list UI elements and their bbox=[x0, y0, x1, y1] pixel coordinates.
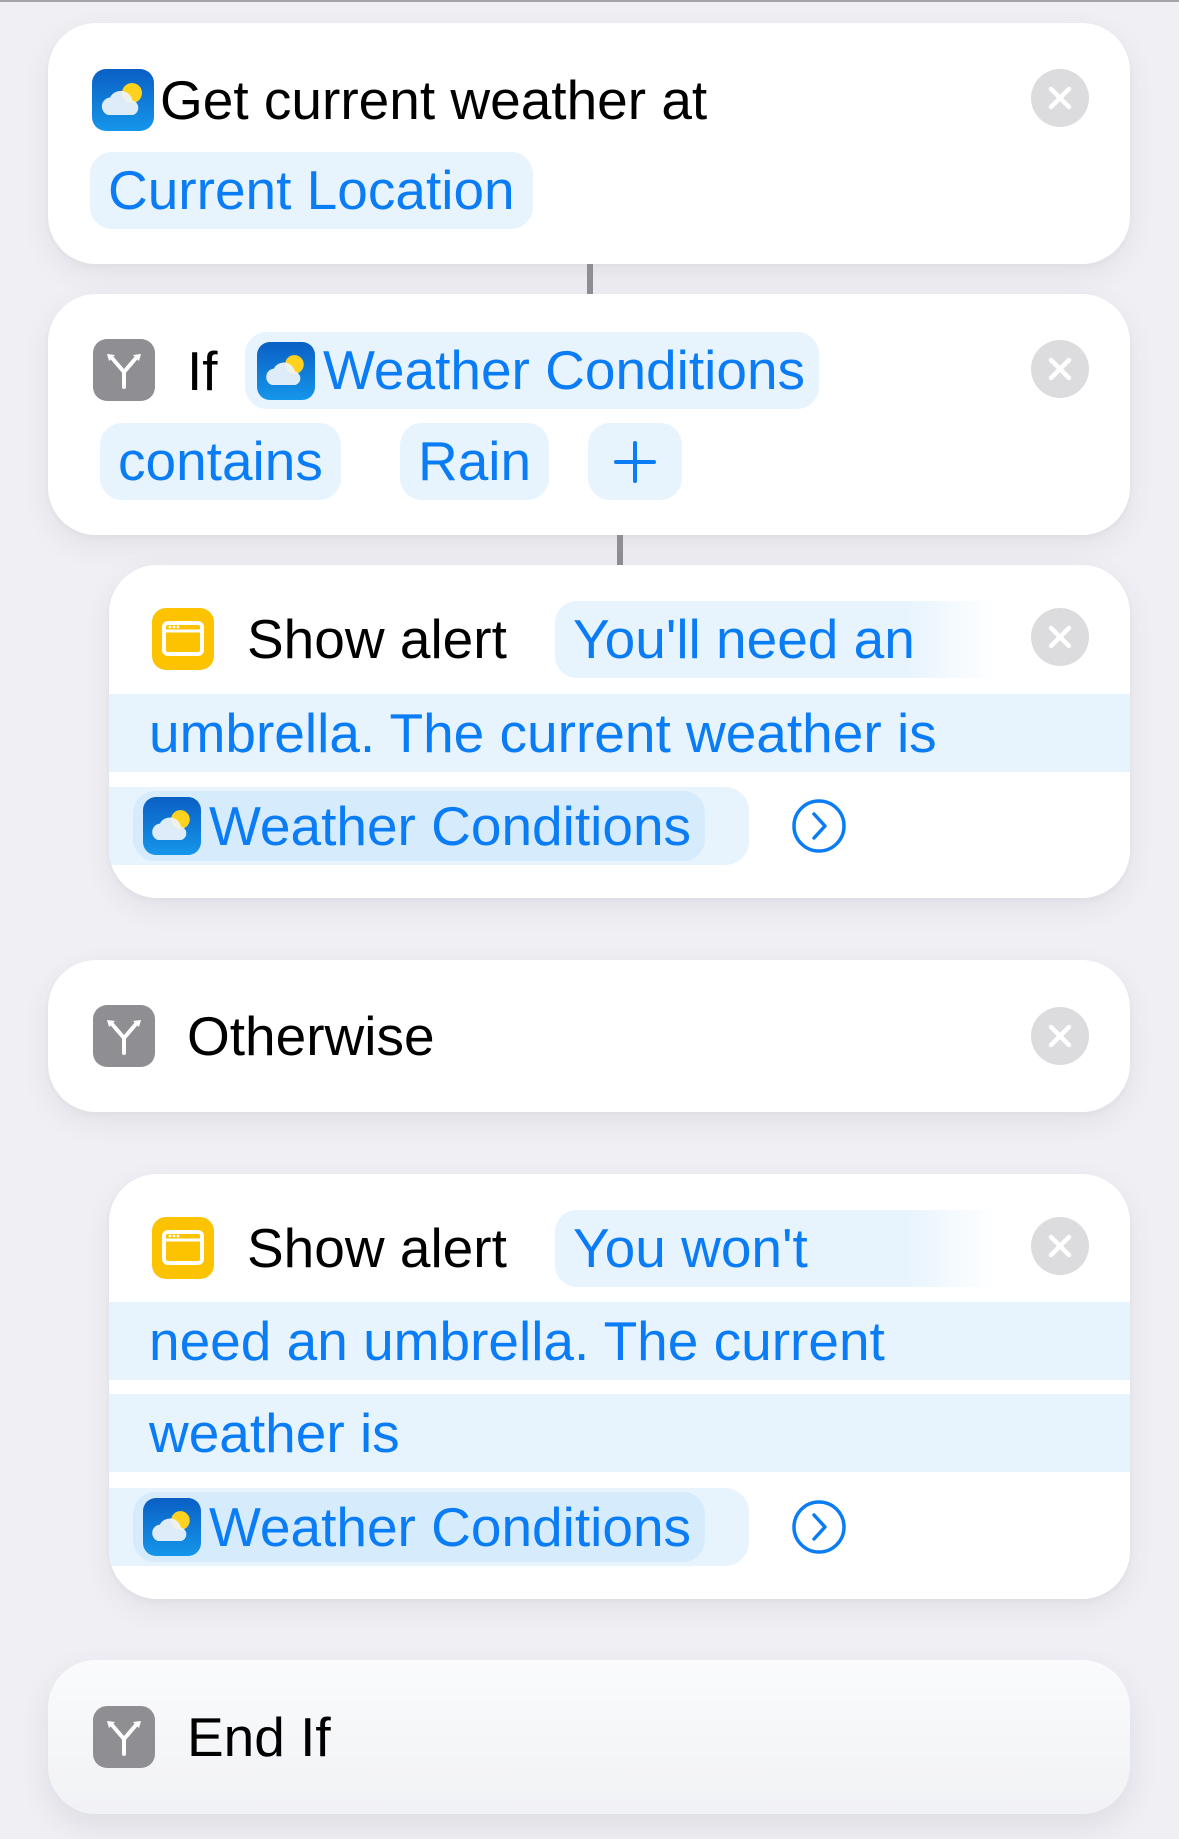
alert-window-icon bbox=[152, 1217, 214, 1279]
if-label: If bbox=[187, 340, 218, 402]
weather-conditions-token[interactable]: Weather Conditions bbox=[245, 332, 820, 409]
alert-message-line[interactable]: umbrella. The current weather is bbox=[109, 694, 1130, 772]
alert-message-variable-line[interactable]: Weather Conditions bbox=[109, 1488, 749, 1566]
show-alert-action-card[interactable]: Show alert You won't need an umbrella. T… bbox=[109, 1174, 1130, 1599]
show-alert-action-card[interactable]: Show alert You'll need an umbrella. The … bbox=[109, 565, 1130, 898]
plus-icon bbox=[614, 441, 656, 483]
expand-action-button[interactable] bbox=[789, 1497, 849, 1557]
get-weather-action-card[interactable]: Get current weather at Current Location bbox=[48, 23, 1130, 264]
weather-conditions-variable[interactable]: Weather Conditions bbox=[133, 1492, 706, 1562]
weather-app-icon bbox=[92, 69, 154, 131]
location-token[interactable]: Current Location bbox=[90, 152, 533, 229]
branch-icon bbox=[93, 1706, 155, 1768]
token-label: Weather Conditions bbox=[209, 1496, 692, 1558]
close-icon bbox=[1048, 1024, 1072, 1048]
flow-connector bbox=[587, 264, 593, 294]
remove-action-button[interactable] bbox=[1031, 69, 1089, 127]
close-icon bbox=[1048, 357, 1072, 381]
close-icon bbox=[1048, 1234, 1072, 1258]
branch-icon bbox=[93, 339, 155, 401]
otherwise-label: Otherwise bbox=[187, 1005, 435, 1067]
token-label: Weather Conditions bbox=[323, 339, 806, 401]
weather-app-icon bbox=[143, 797, 201, 855]
chevron-right-circle-icon bbox=[792, 1500, 846, 1554]
remove-action-button[interactable] bbox=[1031, 340, 1089, 398]
add-condition-button[interactable] bbox=[588, 423, 682, 500]
if-action-card[interactable]: If Weather Conditions contains Rain bbox=[48, 294, 1130, 535]
alert-message-variable-line[interactable]: Weather Conditions bbox=[109, 787, 749, 865]
weather-app-icon bbox=[257, 341, 315, 400]
weather-conditions-variable[interactable]: Weather Conditions bbox=[133, 791, 706, 861]
otherwise-action-card[interactable]: Otherwise bbox=[48, 960, 1130, 1112]
remove-action-button[interactable] bbox=[1031, 608, 1089, 666]
end-if-label: End If bbox=[187, 1706, 331, 1768]
end-if-action-card[interactable]: End If bbox=[48, 1660, 1130, 1814]
value-token[interactable]: Rain bbox=[400, 423, 550, 500]
branch-icon bbox=[93, 1005, 155, 1067]
condition-token[interactable]: contains bbox=[100, 423, 341, 500]
close-icon bbox=[1048, 86, 1072, 110]
alert-message-line[interactable]: need an umbrella. The current bbox=[109, 1302, 1130, 1380]
action-title: Show alert bbox=[247, 1217, 507, 1279]
flow-connector bbox=[617, 535, 623, 565]
action-title: Show alert bbox=[247, 608, 507, 670]
token-label: Weather Conditions bbox=[209, 795, 692, 857]
expand-action-button[interactable] bbox=[789, 796, 849, 856]
chevron-right-circle-icon bbox=[792, 799, 846, 853]
remove-action-button[interactable] bbox=[1031, 1007, 1089, 1065]
alert-window-icon bbox=[152, 608, 214, 670]
remove-action-button[interactable] bbox=[1031, 1217, 1089, 1275]
weather-app-icon bbox=[143, 1498, 201, 1556]
close-icon bbox=[1048, 625, 1072, 649]
alert-message-token[interactable]: You won't bbox=[555, 1210, 995, 1287]
action-title: Get current weather at bbox=[160, 69, 708, 131]
alert-message-line[interactable]: weather is bbox=[109, 1394, 1130, 1472]
alert-message-token[interactable]: You'll need an bbox=[555, 601, 995, 678]
